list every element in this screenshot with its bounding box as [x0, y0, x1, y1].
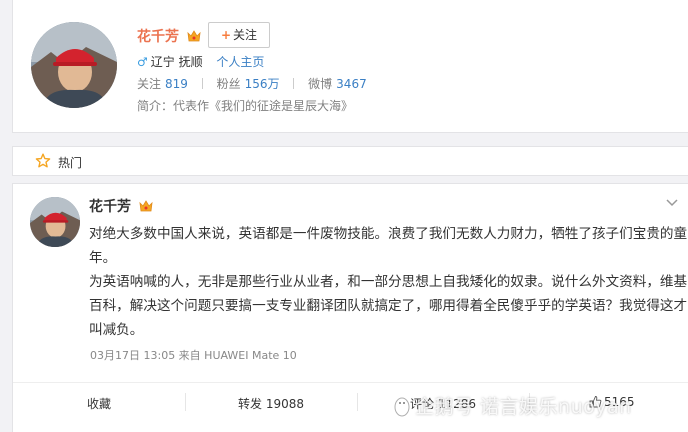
- stat-followers[interactable]: 粉丝 156万: [217, 75, 280, 92]
- profile-name[interactable]: 花千芳: [137, 26, 201, 46]
- male-icon: ♂: [137, 55, 148, 69]
- stat-value[interactable]: 819: [165, 77, 188, 91]
- profile-location: ♂ 辽宁 抚顺 个人主页: [137, 53, 264, 70]
- post-paragraph: 为英语呐喊的人，无非是那些行业从业者，和一部分思想上自我矮化的奴隶。说什么外文资…: [89, 274, 688, 338]
- post-author[interactable]: 花千芳: [89, 196, 153, 216]
- stat-value[interactable]: 156万: [245, 77, 280, 91]
- crown-icon: [139, 200, 153, 212]
- divider: [293, 78, 295, 89]
- stat-value[interactable]: 3467: [336, 77, 367, 91]
- homepage-link[interactable]: 个人主页: [216, 55, 264, 69]
- divider: [201, 78, 203, 89]
- post-meta[interactable]: 03月17日 13:05 来自 HUAWEI Mate 10: [90, 347, 297, 363]
- crown-icon: [187, 30, 201, 42]
- post-paragraph: 对绝大多数中国人来说，英语都是一件废物技能。浪费了我们无数人力财力，牺牲了孩子们…: [89, 226, 688, 266]
- post-avatar[interactable]: [30, 197, 80, 247]
- profile-stats: 关注 819 粉丝 156万 微博 3467: [137, 75, 367, 92]
- divider: [185, 393, 186, 411]
- follow-label: 关注: [233, 28, 258, 42]
- stat-label: 微博: [308, 77, 333, 91]
- stat-following[interactable]: 关注 819: [137, 75, 188, 92]
- plus-icon: +: [220, 28, 232, 42]
- repost-button[interactable]: 转发 19088: [238, 395, 304, 412]
- stat-posts[interactable]: 微博 3467: [308, 75, 367, 92]
- collect-button[interactable]: 收藏: [87, 395, 111, 412]
- post-author-text[interactable]: 花千芳: [89, 199, 131, 215]
- watermark: 企鹅号 诺言娱乐nuoyan: [392, 392, 632, 419]
- penguin-icon: [394, 397, 410, 417]
- location-text: 辽宁 抚顺: [150, 55, 203, 69]
- profile-bio: 简介：代表作《我们的征途是星辰大海》: [137, 99, 354, 113]
- follow-button[interactable]: + 关注: [208, 22, 270, 48]
- profile-avatar[interactable]: [31, 22, 117, 108]
- profile-card: 花千芳 + 关注 ♂ 辽宁 抚顺 个人主页 关注 819 粉丝 156万 微博 3467 …: [12, 0, 688, 133]
- divider: [357, 393, 358, 411]
- profile-name-text[interactable]: 花千芳: [137, 29, 179, 45]
- hot-section-header: 热门: [12, 146, 688, 176]
- watermark-text: 企鹅号 诺言娱乐nuoyan: [415, 396, 632, 418]
- post-text: 对绝大多数中国人来说，英语都是一件废物技能。浪费了我们无数人力财力，牺牲了孩子们…: [89, 222, 688, 342]
- chevron-down-icon[interactable]: [665, 196, 679, 208]
- stat-label: 粉丝: [216, 77, 241, 91]
- star-icon: [35, 153, 51, 168]
- hot-label: 热门: [58, 156, 83, 170]
- stat-label: 关注: [137, 77, 162, 91]
